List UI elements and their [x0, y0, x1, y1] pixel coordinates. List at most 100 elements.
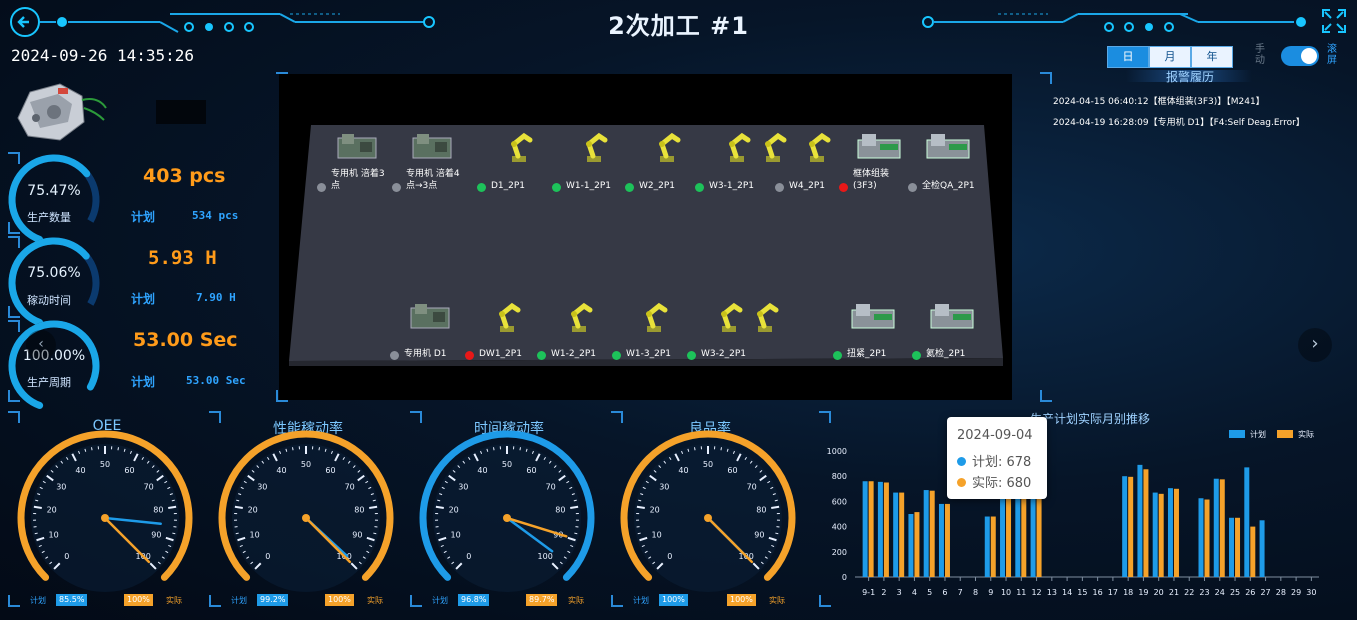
chart-bar[interactable] [899, 492, 905, 577]
station-label[interactable]: 框体组装 (3F3) [853, 168, 889, 192]
tab-day[interactable]: 日 [1107, 46, 1149, 68]
legend-label[interactable]: 计划 [1250, 429, 1266, 439]
chart-bar[interactable] [862, 481, 868, 577]
chart-bar[interactable] [877, 481, 883, 577]
machine-icon [809, 132, 831, 162]
chart-bar[interactable] [1213, 478, 1219, 577]
chart-bar[interactable] [1167, 488, 1173, 577]
chart-bar[interactable] [1158, 493, 1164, 577]
chart-bar[interactable] [1006, 496, 1012, 577]
auto-scroll-toggle[interactable] [1281, 46, 1319, 66]
gauge-actual-label: 实际 [166, 596, 182, 605]
station-status-dot [317, 183, 326, 192]
x-tick-label: 5 [927, 588, 932, 597]
gauge-tick-label: 40 [477, 466, 487, 475]
chart-bar[interactable] [923, 490, 929, 577]
x-tick-label: 23 [1199, 588, 1209, 597]
kpi-quantity-plan-value: 534 pcs [192, 209, 239, 222]
gauge-tick-label: 80 [756, 506, 766, 515]
gauge-plan-label: 计划 [30, 596, 46, 605]
chevron-left-icon: ‹ [38, 336, 44, 352]
chart-bar[interactable] [984, 516, 990, 577]
gauge-tick-label: 20 [449, 506, 459, 515]
legend-label[interactable]: 实际 [1298, 429, 1314, 439]
station-label[interactable]: 氦检_2P1 [926, 348, 965, 360]
station-label[interactable]: W1-1_2P1 [566, 180, 611, 192]
chart-bar[interactable] [893, 492, 899, 577]
x-tick-label: 26 [1245, 588, 1255, 597]
chart-bar[interactable] [1259, 520, 1265, 577]
chart-bar[interactable] [1235, 517, 1241, 577]
chart-bar[interactable] [1229, 517, 1235, 577]
chart-bar[interactable] [1173, 488, 1179, 577]
tooltip-date: 2024-09-04 [957, 428, 1033, 443]
station-label[interactable]: W1-2_2P1 [551, 348, 596, 360]
carousel-prev-button[interactable]: ‹ [26, 330, 56, 360]
kpi-uptime-percent: 75.06% [27, 265, 81, 281]
station-label[interactable]: 专用机 涪着4 点→3点 [406, 168, 460, 192]
chart-bar[interactable] [990, 516, 996, 577]
tooltip-actual: 实际: 680 [972, 476, 1032, 491]
chart-bar[interactable] [1219, 479, 1225, 577]
machine-icon [646, 302, 668, 332]
fullscreen-button[interactable] [1321, 8, 1347, 34]
gauge-plan-value: 85.5% [56, 594, 88, 606]
gauge-dial: 0102030405060708090100 [218, 430, 394, 592]
chart-bar[interactable] [1122, 476, 1128, 577]
station-status-dot [687, 351, 696, 360]
station-label[interactable]: 扭紧_2P1 [847, 348, 886, 360]
station-label[interactable]: W1-3_2P1 [626, 348, 671, 360]
alarm-item[interactable]: 2024-04-15 06:40:12【框体组装(3F3)】【M241】 [1053, 94, 1265, 107]
chart-bar[interactable] [944, 503, 950, 577]
x-tick-label: 17 [1108, 588, 1118, 597]
gauge-tick-label: 20 [650, 506, 660, 515]
x-tick-label: 9 [988, 588, 993, 597]
chart-bar[interactable] [1000, 495, 1006, 577]
chart-bar[interactable] [868, 481, 874, 577]
x-tick-label: 20 [1154, 588, 1164, 597]
chart-bar[interactable] [883, 482, 889, 578]
x-tick-label: 15 [1077, 588, 1087, 597]
x-tick-label: 25 [1230, 588, 1240, 597]
chart-bar[interactable] [914, 512, 920, 577]
station-label[interactable]: W2_2P1 [639, 180, 675, 192]
chart-bar[interactable] [938, 503, 944, 577]
gauge-tick-label: 30 [56, 482, 66, 491]
chart-bar[interactable] [908, 514, 914, 577]
gauge-dial: 0102030405060708090100 [419, 430, 595, 592]
station-label[interactable]: 全检QA_2P1 [922, 180, 975, 192]
chart-bar[interactable] [1198, 498, 1204, 577]
gauge-tick-label: 20 [248, 506, 258, 515]
chart-bar[interactable] [1143, 469, 1149, 577]
chart-bar[interactable] [1015, 491, 1021, 577]
station-label[interactable]: 专用机 D1 [404, 348, 447, 360]
chart-bar[interactable] [1021, 491, 1027, 577]
gauge-tick-label: 80 [555, 506, 565, 515]
station-label[interactable]: 专用机 涪着3 点 [331, 168, 385, 192]
chart-bar[interactable] [1036, 487, 1042, 577]
machine-icon [571, 302, 593, 332]
machine-icon [765, 132, 787, 162]
tab-month[interactable]: 月 [1149, 46, 1191, 68]
station-label[interactable]: D1_2P1 [491, 180, 525, 192]
gauge-tick-label: 90 [352, 531, 362, 540]
gauge-tick-label: 50 [703, 460, 713, 469]
x-tick-label: 21 [1169, 588, 1179, 597]
tab-year[interactable]: 年 [1191, 46, 1233, 68]
chart-bar[interactable] [1137, 464, 1143, 577]
chart-bar[interactable] [929, 490, 935, 577]
station-label[interactable]: W3-1_2P1 [709, 180, 754, 192]
station-label[interactable]: W3-2_2P1 [701, 348, 746, 360]
alarm-item[interactable]: 2024-04-19 16:28:09【专用机 D1】【F4:Self Deag… [1053, 115, 1305, 128]
chart-bar[interactable] [1152, 492, 1158, 577]
chart-bar[interactable] [1128, 476, 1134, 577]
station-label[interactable]: W4_2P1 [789, 180, 825, 192]
x-tick-label: 13 [1047, 588, 1057, 597]
x-tick-label: 10 [1001, 588, 1011, 597]
chart-bar[interactable] [1030, 495, 1036, 577]
chart-bar[interactable] [1250, 526, 1256, 577]
station-label[interactable]: DW1_2P1 [479, 348, 522, 360]
chart-bar[interactable] [1244, 467, 1250, 577]
gauge-plan-label: 计划 [432, 596, 448, 605]
chart-bar[interactable] [1204, 499, 1210, 577]
